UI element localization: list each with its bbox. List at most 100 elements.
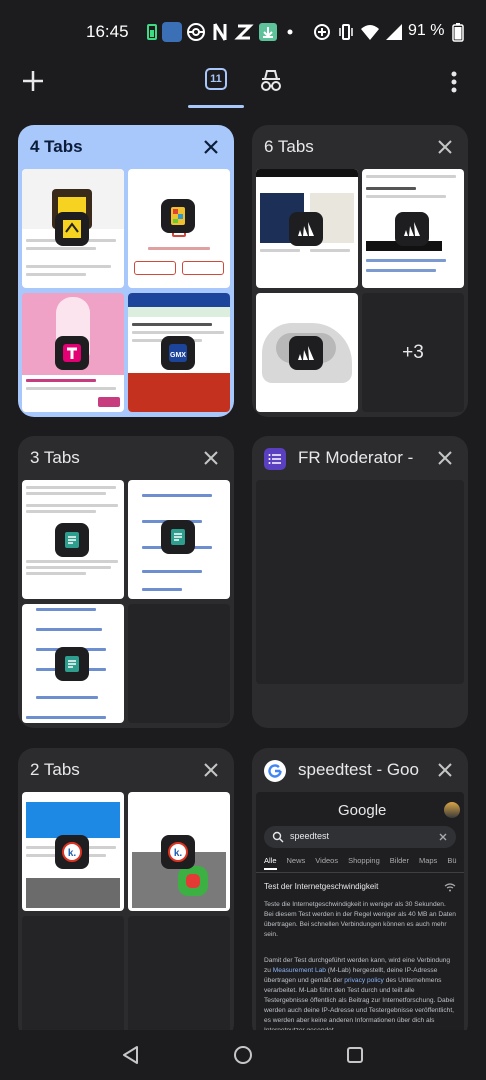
search-tab: Maps	[418, 856, 438, 865]
battery-icon	[452, 23, 464, 42]
tab-count: 11	[205, 68, 227, 90]
wifi-icon	[361, 25, 379, 40]
netflix-icon	[213, 23, 227, 41]
result-heading: Test der Internetgeschwindigkeit	[264, 882, 379, 891]
app-z-icon	[234, 24, 254, 40]
card-title: 6 Tabs	[264, 137, 314, 156]
search-tab: Shopping	[348, 856, 380, 865]
dot-icon	[287, 29, 293, 35]
site-favicon	[55, 212, 89, 246]
data-saver-icon	[314, 24, 330, 40]
tab-thumbnail[interactable]: Google speedtest Alle News Videos Shopping B…	[256, 792, 464, 1036]
empty-slot	[128, 916, 230, 1035]
tab-switcher-toolbar: 11	[0, 62, 486, 110]
svg-text:GMX: GMX	[170, 352, 186, 359]
more-vert-icon[interactable]	[444, 68, 464, 96]
tab-thumbnail[interactable]	[22, 480, 124, 599]
card-header: speedtest - Goo	[252, 748, 468, 792]
tab-thumbnail[interactable]	[22, 604, 124, 723]
more-tabs-count: +3	[402, 341, 424, 363]
wifi-icon	[444, 883, 456, 892]
search-box: speedtest	[264, 826, 456, 848]
active-indicator	[188, 105, 244, 108]
card-header: 3 Tabs	[18, 436, 234, 480]
tab-thumbnail[interactable]	[128, 169, 230, 288]
svg-text:k.: k.	[68, 848, 77, 859]
empty-slot	[22, 916, 124, 1035]
close-icon[interactable]	[202, 138, 220, 156]
tab-card[interactable]: FR Moderator -	[252, 436, 468, 728]
search-tab: Bü	[447, 856, 457, 865]
card-title: speedtest - Goo	[298, 760, 419, 779]
more-tabs-tile[interactable]: +3	[362, 293, 464, 412]
plus-icon[interactable]	[18, 66, 48, 96]
tab-card[interactable]: speedtest - Goo Google speedtest Alle New…	[252, 748, 468, 1040]
close-icon[interactable]	[202, 449, 220, 467]
clear-icon	[439, 833, 447, 841]
search-tab: Alle	[264, 856, 277, 870]
site-favicon	[161, 199, 195, 233]
card-header: 4 Tabs	[18, 125, 234, 169]
card-header: 6 Tabs	[252, 125, 468, 169]
card-header: 2 Tabs	[18, 748, 234, 792]
tab-group-card[interactable]: 2 Tabs k. k.	[18, 748, 234, 1040]
search-icon	[272, 831, 284, 843]
back-icon[interactable]	[120, 1044, 142, 1066]
tab-thumbnail[interactable]	[256, 169, 358, 288]
tab-thumbnail[interactable]: k.	[22, 792, 124, 911]
tab-thumbnail[interactable]	[256, 480, 464, 684]
tab-group-card[interactable]: 4 Tabs GMX	[18, 125, 234, 417]
tab-thumbnail[interactable]: GMX	[128, 293, 230, 412]
empty-slot	[128, 604, 230, 723]
vibrate-icon	[339, 24, 353, 40]
privacy-policy-link: privacy policy	[344, 977, 384, 984]
measurement-lab-link: Measurement Lab	[272, 967, 326, 974]
app-notification-icon	[162, 22, 182, 42]
site-favicon	[395, 212, 429, 246]
tab-switcher-normal[interactable]: 11	[188, 62, 244, 108]
card-title: 4 Tabs	[30, 137, 83, 156]
site-favicon	[289, 336, 323, 370]
close-icon[interactable]	[436, 138, 454, 156]
site-favicon: k.	[161, 835, 195, 869]
search-tab: Bilder	[389, 856, 409, 865]
close-icon[interactable]	[436, 449, 454, 467]
google-logo: Google	[338, 802, 387, 819]
list-icon	[264, 448, 286, 470]
search-tab: News	[286, 856, 306, 865]
tab-group-card[interactable]: 6 Tabs +3	[252, 125, 468, 417]
tab-thumbnail[interactable]	[22, 293, 124, 412]
home-icon[interactable]	[232, 1044, 254, 1066]
card-title: 2 Tabs	[30, 760, 80, 779]
system-nav-bar	[0, 1030, 486, 1080]
tab-thumbnail[interactable]	[22, 169, 124, 288]
site-favicon	[161, 520, 195, 554]
site-favicon	[55, 523, 89, 557]
tab-thumbnail[interactable]: k.	[128, 792, 230, 911]
site-favicon	[55, 647, 89, 681]
google-icon	[264, 760, 286, 782]
incognito-icon[interactable]	[256, 66, 286, 96]
tab-group-card[interactable]: 3 Tabs	[18, 436, 234, 728]
svg-text:k.: k.	[174, 848, 183, 859]
download-icon	[259, 23, 277, 41]
card-title: 3 Tabs	[30, 448, 80, 467]
google-search-preview: Google speedtest Alle News Videos Shopping B…	[256, 792, 464, 1036]
pokeball-icon	[187, 23, 205, 41]
tab-thumbnail[interactable]	[128, 480, 230, 599]
search-tab: Videos	[315, 856, 339, 865]
recents-icon[interactable]	[344, 1044, 366, 1066]
result-paragraph: Teste die Internetgeschwindigkeit in wen…	[264, 901, 456, 938]
battery-percentage: 91 %	[408, 22, 445, 39]
avatar	[444, 802, 460, 818]
battery-saver-icon	[147, 24, 157, 40]
search-tabs: Alle News Videos Shopping Bilder Maps Bü	[264, 856, 464, 870]
search-query: speedtest	[290, 831, 330, 841]
site-favicon: GMX	[161, 336, 195, 370]
signal-icon	[386, 24, 402, 40]
status-bar: 16:45 91 %	[0, 0, 486, 64]
tab-thumbnail[interactable]	[362, 169, 464, 288]
tab-thumbnail[interactable]	[256, 293, 358, 412]
close-icon[interactable]	[202, 761, 220, 779]
close-icon[interactable]	[436, 761, 454, 779]
